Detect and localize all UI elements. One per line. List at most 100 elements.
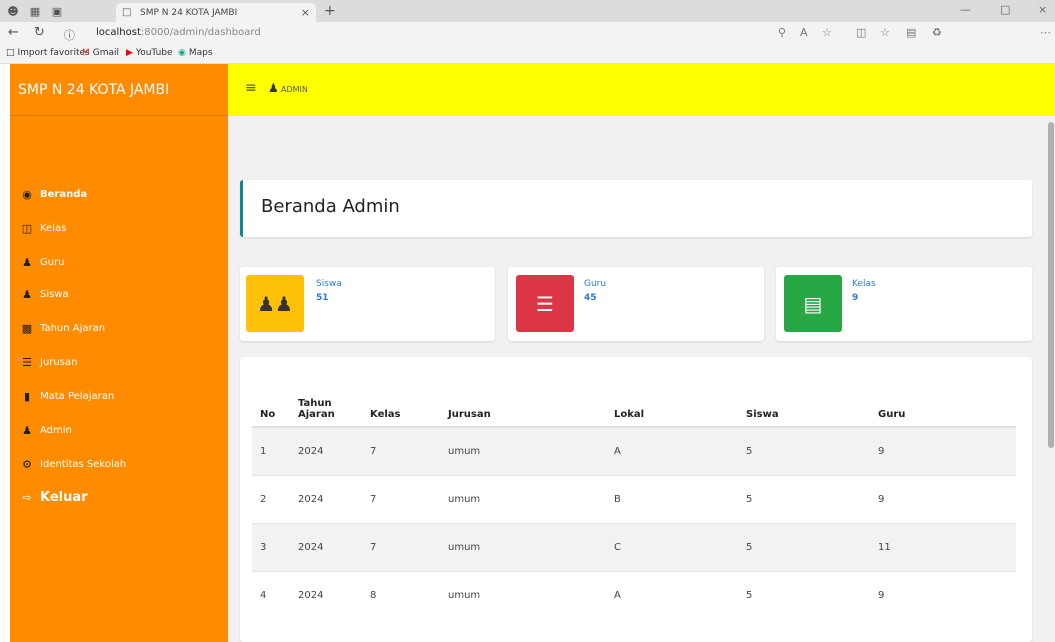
sidebar-item-label: Siswa [40,289,69,300]
stat-card-kelas[interactable]: ▤ Kelas 9 [776,267,1032,341]
url-host: localhost [96,27,141,38]
table-cell: 7 [362,522,440,571]
url-field[interactable]: localhost:8000/admin/dashboard [96,27,261,38]
read-aloud-icon[interactable]: A [800,26,808,39]
table-header-row: No Tahun Ajaran Kelas Jurusan Lokal Sisw… [252,375,1016,428]
back-icon[interactable]: ← [8,25,19,40]
sidebar-brand[interactable]: SMP N 24 KOTA JAMBI [10,64,228,116]
favorite-youtube[interactable]: ▶ YouTube [126,48,173,58]
maps-icon: ◉ [178,48,186,58]
extensions-icon[interactable]: ♻ [932,26,942,39]
column-header: Guru [870,375,1016,428]
sidebar-item-identitas-sekolah[interactable]: ⚙ Identitas Sekolah [20,458,126,471]
minimize-icon[interactable]: — [960,3,971,16]
table-cell: C [606,522,738,571]
stat-card-guru[interactable]: ☰ Guru 45 [508,267,764,341]
table-cell: 2024 [290,426,362,475]
stat-value: 51 [316,293,329,303]
favorite-star-icon[interactable]: ☆ [822,26,832,39]
favorite-maps[interactable]: ◉ Maps [178,48,213,58]
user-icon: ♟ [22,256,32,269]
sidebar-item-admin[interactable]: ♟ Admin [20,424,72,437]
sidebar-item-jurusan[interactable]: ☰ Jurusan [20,356,77,369]
favorite-import[interactable]: □ Import favorites [6,48,90,58]
sidebar-item-guru[interactable]: ♟ Guru [20,256,65,269]
dashboard-icon: ◉ [22,188,32,201]
sidebar-item-label: Keluar [40,490,88,505]
user-icon: ♟ [22,288,32,301]
folder-icon: □ [6,48,15,58]
youtube-icon: ▶ [126,48,133,58]
sidebar-item-siswa[interactable]: ♟ Siswa [20,288,69,301]
sidebar-item-mata-pelajaran[interactable]: ▮ Mata Pelajaran [20,390,114,403]
table-cell: 1 [252,426,290,475]
table-cell: umum [440,474,606,523]
table-cell: umum [440,570,606,619]
gmail-icon: M [82,48,90,58]
new-tab-icon[interactable]: + [324,3,336,19]
page-scrollbar[interactable] [1047,116,1055,642]
browser-tab[interactable]: □ SMP N 24 KOTA JAMBI × [116,3,316,22]
table-cell: 3 [252,522,290,571]
book-icon: ▮ [23,390,31,403]
sidebar-item-label: Guru [40,257,65,268]
table-cell: 7 [362,474,440,523]
column-header: No [252,375,290,428]
scrollbar-thumb[interactable] [1048,122,1054,448]
table-cell: 2024 [290,522,362,571]
list-icon: ☰ [516,275,574,332]
sidebar-item-keluar[interactable]: ⇨ Keluar [20,490,88,505]
sidebar-item-tahun-ajaran[interactable]: ▩ Tahun Ajaran [20,322,105,335]
data-table-card: No Tahun Ajaran Kelas Jurusan Lokal Sisw… [240,357,1032,642]
refresh-icon[interactable]: ↻ [34,25,45,40]
column-header: Jurusan [440,375,606,428]
table-cell: 5 [738,522,870,571]
page-title: Beranda Admin [261,196,400,217]
table-cell: 9 [870,474,1016,523]
search-icon[interactable]: ⚲ [778,26,786,39]
sidebar-item-kelas[interactable]: ◫ Kelas [20,222,67,235]
table-cell: 9 [870,426,1016,475]
sidebar-item-label: Identitas Sekolah [40,459,127,470]
favorites-bar: □ Import favorites M Gmail ▶ YouTube ◉ Maps [0,44,1055,64]
collections-icon[interactable]: ▤ [906,26,916,39]
column-header: Siswa [738,375,870,428]
gear-icon: ⚙ [22,458,32,471]
sidebar: SMP N 24 KOTA JAMBI ◉ Beranda ◫ Kelas ♟ … [10,64,228,642]
sidebar-item-beranda[interactable]: ◉ Beranda [20,188,87,201]
data-table: No Tahun Ajaran Kelas Jurusan Lokal Sisw… [252,375,1016,619]
stat-value: 9 [852,293,859,303]
profile-icon[interactable]: ☻ [4,5,22,18]
table-cell: 5 [738,426,870,475]
table-cell: 5 [738,570,870,619]
table-cell: 2024 [290,474,362,523]
page-header-card: Beranda Admin [240,180,1032,237]
workspaces-icon[interactable]: ▦ [26,5,44,18]
window-close-icon[interactable]: × [1038,3,1047,16]
sidebar-item-label: Beranda [40,189,88,200]
calendar-icon: ▩ [21,322,33,335]
sidebar-item-label: Admin [40,425,72,436]
favorites-icon[interactable]: ☆ [880,26,890,39]
hamburger-menu-icon[interactable]: ≡ [245,80,257,96]
tab-actions-icon[interactable]: ▣ [48,5,66,18]
favorite-gmail[interactable]: M Gmail [82,48,119,58]
stat-value: 45 [584,293,597,303]
info-icon[interactable]: ⓘ [64,27,75,43]
table-cell: umum [440,426,606,475]
stat-label: Kelas [852,279,876,289]
table-row: 2 2024 7 umum B 5 9 [252,474,1016,523]
user-icon: ♟ [22,424,32,437]
maximize-icon[interactable]: □ [1000,3,1010,16]
top-navbar: ≡ ♟ ADMIN [228,64,1055,116]
user-name[interactable]: ADMIN [281,85,308,94]
table-cell: 4 [252,570,290,619]
close-tab-icon[interactable]: × [301,6,310,19]
user-icon[interactable]: ♟ [268,81,279,95]
split-screen-icon[interactable]: ◫ [856,26,866,39]
list-icon: ☰ [22,356,32,369]
more-icon[interactable]: ⋯ [1040,26,1051,39]
stat-card-siswa[interactable]: ♟♟ Siswa 51 [240,267,495,341]
users-icon: ♟♟ [246,275,304,332]
table-cell: 2024 [290,570,362,619]
